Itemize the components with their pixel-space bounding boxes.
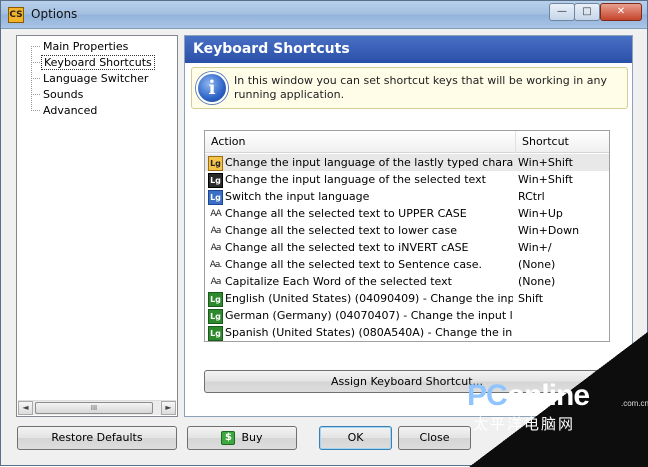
list-header: Action Shortcut — [205, 131, 609, 153]
minimize-button[interactable]: — — [549, 3, 575, 21]
watermark-brand: PConline — [467, 379, 590, 412]
shortcut-key: Win+/ — [518, 241, 552, 254]
watermark-domain: .com.cn — [621, 399, 648, 408]
scroll-left-arrow-icon[interactable]: ◄ — [18, 401, 33, 415]
close-window-button[interactable]: ✕ — [600, 3, 642, 21]
shortcut-row[interactable]: Aa Change all the selected text to lower … — [205, 222, 609, 239]
shortcut-action-label: Change all the selected text to Sentence… — [225, 258, 483, 271]
language-icon: Lg — [208, 155, 223, 171]
shortcut-row[interactable]: Lg German (Germany) (04070407) - Change t… — [205, 307, 609, 324]
column-header-shortcut[interactable]: Shortcut — [516, 131, 609, 153]
info-text: In this window you can set shortcut keys… — [234, 74, 607, 101]
shortcut-action-label: Change the input language of the selecte… — [225, 173, 486, 186]
shortcut-action: Lg English (United States) (04090409) - C… — [208, 290, 513, 307]
close-button[interactable]: Close — [398, 426, 471, 450]
text-case-icon: Aa — [210, 242, 222, 253]
shortcut-action: Lg Change the input language of the lastl… — [208, 154, 513, 171]
shortcut-action-label: English (United States) (04090409) - Cha… — [225, 292, 513, 305]
buy-label: Buy — [241, 431, 263, 444]
tree-item-advanced[interactable]: Advanced — [41, 103, 99, 118]
tree-connector — [31, 46, 40, 47]
panel-title: Keyboard Shortcuts — [185, 36, 632, 63]
tree-item-main-properties[interactable]: Main Properties — [41, 39, 130, 54]
shortcut-row[interactable]: Aa Change all the selected text to iNVERT… — [205, 239, 609, 256]
tree-connector — [31, 94, 40, 95]
shortcut-row[interactable]: Lg Change the input language of the selec… — [205, 171, 609, 188]
shortcut-action: Aa Change all the selected text to lower … — [208, 222, 513, 239]
shortcut-action: Lg German (Germany) (04070407) - Change t… — [208, 307, 513, 324]
watermark: PConline .com.cn 太平洋电脑网 — [467, 379, 648, 433]
shortcut-key: Win+Shift — [518, 156, 573, 169]
info-box: i In this window you can set shortcut ke… — [191, 67, 628, 109]
shortcut-row[interactable]: Lg Switch the input language RCtrl — [205, 188, 609, 205]
shortcut-action-label: Change the input language of the lastly … — [225, 156, 513, 169]
shortcut-key: Shift — [518, 292, 544, 305]
tree-item-sounds[interactable]: Sounds — [41, 87, 85, 102]
shortcut-action-label: Capitalize Each Word of the selected tex… — [225, 275, 452, 288]
info-icon: i — [196, 72, 228, 104]
shortcut-row[interactable]: Aa Capitalize Each Word of the selected t… — [205, 273, 609, 290]
shortcut-key: (None) — [518, 258, 556, 271]
scroll-right-arrow-icon[interactable]: ► — [161, 401, 176, 415]
shortcut-action: AA Change all the selected text to UPPER … — [208, 205, 513, 222]
text-case-icon: AA — [210, 208, 222, 219]
tree-connector — [31, 78, 40, 79]
dollar-icon: $ — [221, 431, 236, 445]
watermark-chinese: 太平洋电脑网 — [473, 416, 576, 433]
shortcut-action-label: Switch the input language — [225, 190, 370, 203]
shortcut-action: Aa. Change all the selected text to Sente… — [208, 256, 513, 273]
text-case-icon: Aa. — [209, 259, 223, 270]
language-icon: Lg — [208, 325, 223, 341]
column-header-action[interactable]: Action — [205, 131, 516, 153]
text-case-icon: Aa — [210, 276, 222, 287]
shortcut-key: Win+Down — [518, 224, 580, 237]
tree-connector — [31, 62, 40, 63]
shortcut-action: Aa Change all the selected text to iNVERT… — [208, 239, 513, 256]
window-title: Options — [31, 7, 78, 21]
shortcut-action-label: Change all the selected text to UPPER CA… — [225, 207, 467, 220]
language-icon: Lg — [208, 172, 223, 188]
shortcut-action: Lg Change the input language of the selec… — [208, 171, 513, 188]
scroll-thumb[interactable]: III — [35, 402, 153, 414]
restore-defaults-button[interactable]: Restore Defaults — [17, 426, 177, 450]
language-icon: Lg — [208, 189, 223, 205]
tree-item-language-switcher[interactable]: Language Switcher — [41, 71, 150, 86]
tree-horizontal-scrollbar[interactable]: ◄ III ► — [18, 400, 176, 415]
shortcuts-list[interactable]: Action Shortcut Lg Change the input langu… — [204, 130, 610, 342]
ok-button[interactable]: OK — [319, 426, 392, 450]
shortcut-row[interactable]: AA Change all the selected text to UPPER … — [205, 205, 609, 222]
language-icon: Lg — [208, 291, 223, 307]
title-bar[interactable]: CS Options — □ ✕ — [1, 1, 647, 29]
shortcut-action-label: German (Germany) (04070407) - Change the… — [225, 309, 513, 322]
shortcut-action-label: Change all the selected text to lower ca… — [225, 224, 458, 237]
language-icon: Lg — [208, 308, 223, 324]
shortcut-action: Lg Switch the input language — [208, 188, 513, 205]
tree-item-keyboard-shortcuts[interactable]: Keyboard Shortcuts — [41, 55, 155, 70]
shortcut-key: Win+Shift — [518, 173, 573, 186]
tree-connector — [31, 110, 40, 111]
app-icon: CS — [8, 7, 24, 23]
shortcut-action: Aa Capitalize Each Word of the selected t… — [208, 273, 513, 290]
buy-button[interactable]: $ Buy — [187, 426, 297, 450]
maximize-button[interactable]: □ — [574, 3, 600, 21]
options-window: CS Options — □ ✕ Main Properties Keyboar… — [0, 0, 648, 467]
text-case-icon: Aa — [210, 225, 222, 236]
shortcut-key: Win+Up — [518, 207, 563, 220]
shortcut-action: Lg Spanish (United States) (080A540A) - C… — [208, 324, 513, 341]
shortcut-key: RCtrl — [518, 190, 545, 203]
shortcut-row[interactable]: Lg Change the input language of the lastl… — [205, 154, 609, 171]
shortcut-action-label: Change all the selected text to iNVERT c… — [225, 241, 469, 254]
options-tree: Main Properties Keyboard Shortcuts Langu… — [16, 35, 178, 417]
shortcut-row[interactable]: Lg English (United States) (04090409) - C… — [205, 290, 609, 307]
shortcut-row[interactable]: Aa. Change all the selected text to Sente… — [205, 256, 609, 273]
shortcut-key: (None) — [518, 275, 556, 288]
